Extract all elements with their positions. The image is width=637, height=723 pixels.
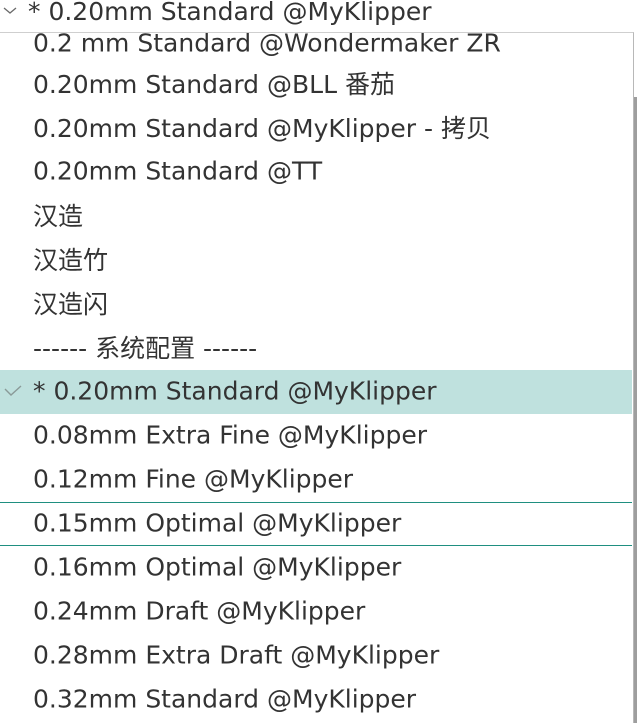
list-item[interactable]: 0.2 mm Standard @Wondermaker ZR	[0, 32, 632, 66]
list-item-label: 0.20mm Standard @MyKlipper - 拷贝	[33, 113, 491, 143]
checkmark-icon	[4, 385, 22, 396]
profile-combobox[interactable]: * 0.20mm Standard @MyKlipper	[0, 0, 637, 32]
combobox-current-value: * 0.20mm Standard @MyKlipper	[28, 0, 432, 26]
profile-dropdown-screen: * 0.20mm Standard @MyKlipper 0.2 mm Stan…	[0, 0, 637, 723]
list-item-label: 0.24mm Draft @MyKlipper	[33, 596, 366, 626]
list-item-label: 0.08mm Extra Fine @MyKlipper	[33, 420, 427, 450]
list-item-label: 0.28mm Extra Draft @MyKlipper	[33, 640, 440, 670]
chevron-down-icon[interactable]	[2, 2, 18, 18]
list-item[interactable]: 0.12mm Fine @MyKlipper	[0, 458, 632, 502]
list-item-label: 0.12mm Fine @MyKlipper	[33, 464, 354, 494]
list-item-label: 0.2 mm Standard @Wondermaker ZR	[33, 32, 501, 58]
list-item[interactable]: 0.20mm Standard @BLL 番茄	[0, 62, 632, 106]
list-item-label: 0.32mm Standard @MyKlipper	[33, 684, 417, 714]
list-item-label: 0.15mm Optimal @MyKlipper	[33, 508, 402, 538]
list-item-label: 0.16mm Optimal @MyKlipper	[33, 552, 402, 582]
list-item-label: 0.20mm Standard @TT	[33, 156, 323, 186]
list-item-selected[interactable]: * 0.20mm Standard @MyKlipper	[0, 370, 632, 414]
list-item[interactable]: 汉造竹	[0, 238, 632, 282]
group-separator: ------ 系统配置 ------	[0, 326, 632, 370]
list-item[interactable]: 汉造闪	[0, 282, 632, 326]
list-item[interactable]: 0.20mm Standard @TT	[0, 150, 632, 194]
list-item-label: 0.20mm Standard @BLL 番茄	[33, 69, 395, 99]
list-item-focused[interactable]: 0.15mm Optimal @MyKlipper	[0, 502, 632, 546]
list-item[interactable]: 0.08mm Extra Fine @MyKlipper	[0, 414, 632, 458]
list-item-label: * 0.20mm Standard @MyKlipper	[33, 376, 437, 406]
list-item-label: 汉造闪	[33, 289, 109, 319]
list-item[interactable]: 0.32mm Standard @MyKlipper	[0, 678, 632, 722]
list-item[interactable]: 0.28mm Extra Draft @MyKlipper	[0, 634, 632, 678]
list-item[interactable]: 0.24mm Draft @MyKlipper	[0, 590, 632, 634]
list-item[interactable]: 汉造	[0, 194, 632, 238]
dropdown-list: 0.2 mm Standard @Wondermaker ZR 0.20mm S…	[0, 32, 634, 723]
group-separator-label: ------ 系统配置 ------	[33, 333, 258, 363]
list-item-label: 汉造竹	[33, 245, 109, 275]
list-item[interactable]: 0.20mm Standard @MyKlipper - 拷贝	[0, 106, 632, 150]
list-item-label: 汉造	[33, 201, 84, 231]
list-item[interactable]: 0.16mm Optimal @MyKlipper	[0, 546, 632, 590]
